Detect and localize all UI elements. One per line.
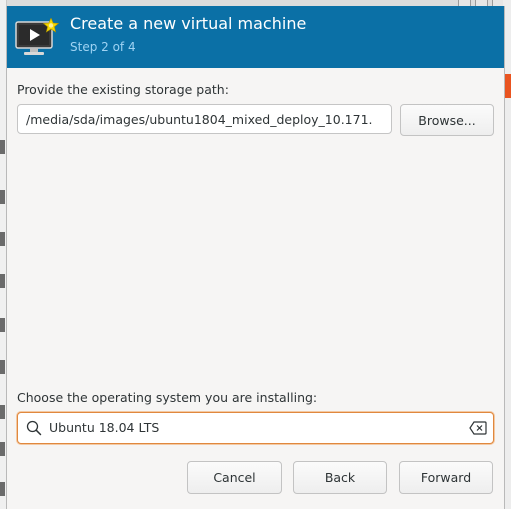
os-search-input[interactable]: Ubuntu 18.04 LTS — [17, 412, 494, 444]
browse-button[interactable]: Browse... — [400, 104, 494, 136]
background-accent-tab — [504, 74, 511, 98]
new-vm-dialog: Create a new virtual machine Step 2 of 4… — [6, 6, 505, 509]
dialog-title: Create a new virtual machine — [70, 14, 307, 33]
background-list-marker — [0, 318, 5, 332]
step-indicator: Step 2 of 4 — [70, 40, 136, 54]
background-list-marker — [0, 405, 5, 419]
screen: Create a new virtual machine Step 2 of 4… — [0, 0, 511, 509]
background-list-marker — [0, 482, 5, 496]
os-search-text: Ubuntu 18.04 LTS — [49, 420, 160, 435]
background-list-marker — [0, 360, 5, 374]
forward-button[interactable]: Forward — [399, 461, 493, 494]
background-list-marker — [0, 190, 5, 204]
background-list-marker — [0, 140, 5, 154]
virtual-machine-icon — [15, 18, 59, 55]
search-icon — [26, 420, 42, 436]
back-button[interactable]: Back — [293, 461, 387, 494]
dialog-header: Create a new virtual machine Step 2 of 4 — [7, 6, 504, 68]
clear-icon[interactable] — [469, 421, 487, 435]
background-list-marker — [0, 442, 5, 456]
storage-path-label: Provide the existing storage path: — [17, 82, 229, 97]
storage-path-input[interactable] — [17, 104, 392, 134]
os-label: Choose the operating system you are inst… — [17, 390, 318, 405]
background-list-marker — [0, 274, 5, 288]
cancel-button[interactable]: Cancel — [187, 461, 282, 494]
background-list-marker — [0, 232, 5, 246]
